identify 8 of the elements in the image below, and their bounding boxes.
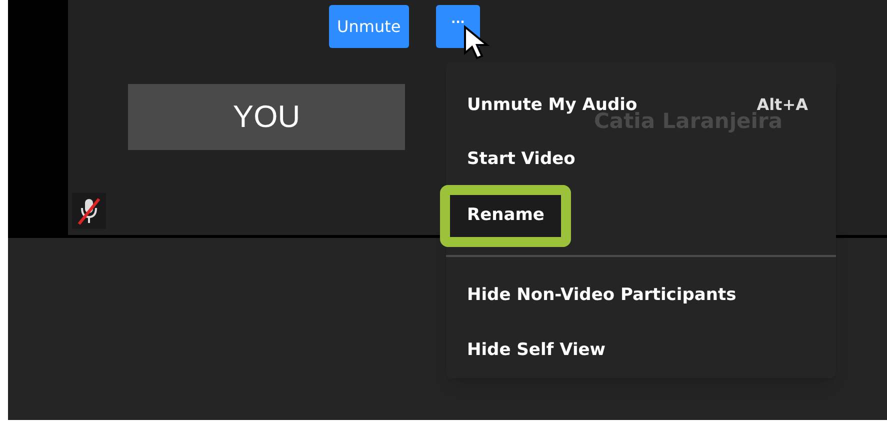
menu-item[interactable]: Start Video — [467, 147, 576, 173]
cursor-icon — [463, 25, 491, 61]
menu-item[interactable]: Unmute My Audio — [467, 92, 638, 118]
menu-item[interactable]: Hide Non-Video Participants — [467, 283, 736, 309]
menu-item[interactable]: Rename — [440, 184, 572, 247]
self-name-label: YOU — [128, 84, 405, 150]
shortcut-label: Alt+A — [756, 94, 808, 114]
menu-item[interactable]: Hide Self View — [467, 338, 606, 364]
